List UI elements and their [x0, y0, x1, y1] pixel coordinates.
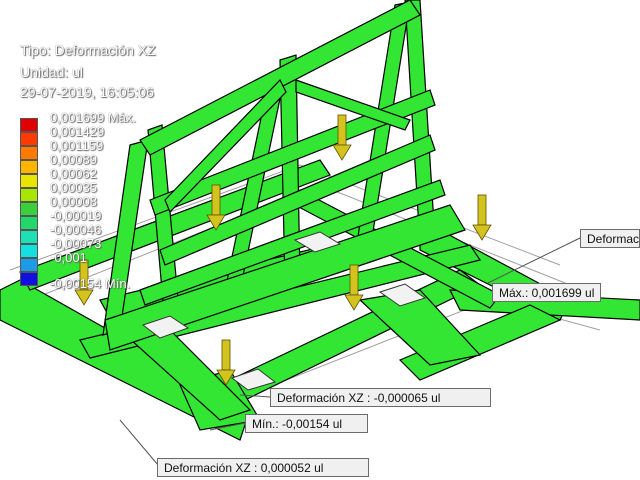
legend-swatch	[20, 146, 38, 160]
legend-value: 0,001159	[50, 138, 104, 153]
legend-swatch	[20, 216, 38, 230]
legend-value: -0,001	[50, 250, 87, 265]
result-timestamp: 29-07-2019, 16:05:06	[20, 84, 154, 100]
legend-swatch	[20, 230, 38, 244]
legend-swatch	[20, 174, 38, 188]
legend-swatch	[20, 118, 38, 132]
legend-value: -0,00073	[50, 236, 102, 251]
legend-swatch	[20, 188, 38, 202]
legend-value: 0,00035	[50, 180, 97, 195]
probe-label-min[interactable]: Mín.: -0,00154 ul	[245, 414, 368, 433]
probe-label-right[interactable]: Deformac	[580, 229, 640, 248]
legend-swatch	[20, 202, 38, 216]
legend-value: 0,001429	[50, 124, 105, 139]
legend-value: 0,00062	[50, 166, 97, 181]
probe-label-bottom[interactable]: Deformación XZ : 0,000052 ul	[157, 458, 369, 477]
legend-value: 0,00089	[50, 152, 97, 167]
legend-value: -0,00019	[50, 208, 102, 223]
load-arrow	[472, 194, 492, 241]
probe-label-mid[interactable]: Deformación XZ : -0,000065 ul	[270, 388, 491, 407]
legend-value: -0,00154 Mín.	[50, 276, 131, 291]
legend-value: -0,00046	[50, 222, 102, 237]
legend-swatch	[20, 258, 38, 272]
legend-swatch	[20, 272, 38, 286]
result-type: Tipo: Deformación XZ	[20, 42, 156, 58]
legend-swatch	[20, 132, 38, 146]
probe-label-max[interactable]: Máx.: 0,001699 ul	[492, 283, 602, 302]
legend-swatch	[20, 160, 38, 174]
legend-value: 0,00008	[50, 194, 97, 209]
result-unit: Unidad: ul	[20, 64, 84, 80]
legend-value: 0,001699 Máx.	[50, 110, 137, 125]
legend-swatch	[20, 244, 38, 258]
